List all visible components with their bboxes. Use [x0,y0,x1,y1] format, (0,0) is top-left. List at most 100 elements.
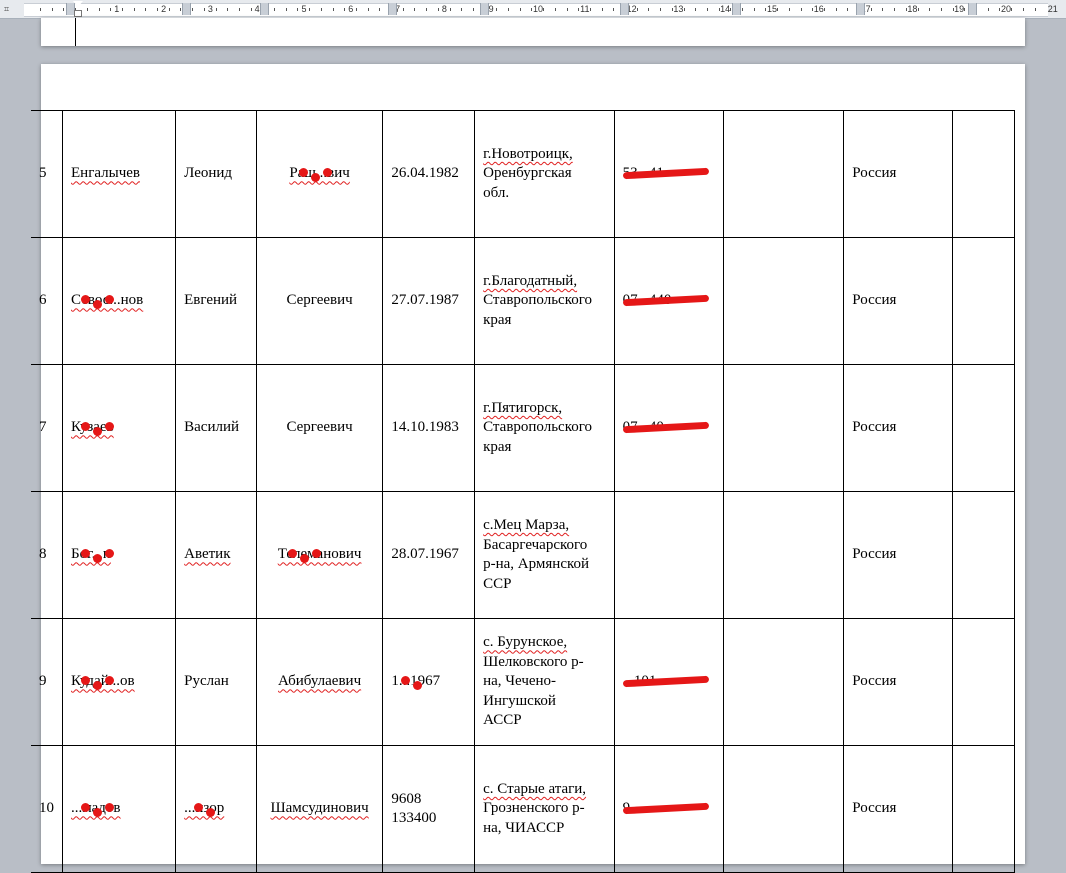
first-name: Василий [184,419,240,436]
passport-cell[interactable]: 53...41 [613,110,725,238]
trailing-cell[interactable] [951,491,1016,619]
ruler-tick [835,8,837,11]
trailing-cell[interactable] [951,110,1016,238]
ruler-number: 19 [954,4,965,14]
column-marker[interactable] [260,3,269,15]
trailing-cell[interactable] [951,237,1016,365]
table-row[interactable]: 7 Кузаев Василий Сергеевич 14.10.1983 г.Пятиг… [31,364,1016,492]
table-row[interactable]: 9 Кудай...ов Руслан Абибулаевич 1...1967 с. Б… [31,618,1016,746]
passport-cell[interactable]: 9... [613,745,725,873]
birth-date-cell[interactable]: 27.07.1987 [382,237,476,365]
table-row[interactable]: 10 ...мадов ...изор Шамсудинович 9608 133400… [31,745,1016,873]
empty-cell[interactable] [723,110,845,238]
ruler-tick [870,8,872,11]
patronymic-cell[interactable]: Телеманович [255,491,384,619]
table-row[interactable]: 8 Бог...н Аветик Телеманович 28.07.1967 с.Мец… [31,491,1016,619]
patronymic-cell[interactable]: Сергеевич [255,237,384,365]
birth-place-cell[interactable]: с. Бурунское, Шелковского р-на, Чечено- Ин… [474,618,615,746]
column-marker[interactable] [856,3,865,15]
ruler-tick [788,8,790,11]
first-name-cell[interactable]: Руслан [175,618,257,746]
surname-cell[interactable]: Кузаев [61,364,177,492]
passport-cell[interactable]: ...101 [613,618,725,746]
persons-table[interactable]: 5 Енгалычев Леонид Раш...вич 26.04.1982 г.Нов… [31,110,1016,873]
ruler-number: 10 [532,4,544,14]
patronymic-cell[interactable]: Сергеевич [255,364,384,492]
ruler-tick [367,8,369,11]
birth-place-line: обл. [483,184,510,201]
country-cell[interactable]: Россия [843,618,953,746]
passport-cell[interactable]: 07...40 [613,364,725,492]
trailing-cell[interactable] [951,364,1016,492]
empty-cell[interactable] [723,237,845,365]
ruler-tick [718,8,720,11]
column-marker[interactable] [182,3,191,15]
ruler-tick [309,8,311,11]
row-number-cell[interactable]: 9 [31,618,63,746]
birth-place-cell[interactable]: г.Благодатный, Ставропольского края [474,237,615,365]
trailing-cell[interactable] [951,745,1016,873]
empty-cell[interactable] [723,364,845,492]
surname-cell[interactable]: ...мадов [61,745,177,873]
document-page[interactable]: 5 Енгалычев Леонид Раш...вич 26.04.1982 г.Нов… [31,64,1025,873]
country-cell[interactable]: Россия [843,364,953,492]
birth-date-cell[interactable]: 9608 133400 [382,745,476,873]
birth-place-cell[interactable]: г.Новотроицк, Оренбургская обл. [474,110,615,238]
birth-date-cell[interactable]: 14.10.1983 [382,364,476,492]
column-marker[interactable] [968,3,977,15]
column-marker[interactable] [480,3,489,15]
birth-date-cell[interactable]: 1...1967 [382,618,476,746]
country-cell[interactable]: Россия [843,110,953,238]
horizontal-ruler[interactable]: ⌗ 1 2 3 4 5 6 7 8 9 10 11 12 13 14 15 16 17 18 19 20 21 [0,0,1066,19]
patronymic-cell[interactable]: Раш...вич [255,110,384,238]
country: Россия [852,800,897,817]
row-number-cell[interactable]: 5 [31,110,63,238]
birth-place-cell[interactable]: с. Старые атаги, Грозненского р-на, ЧИАСС… [474,745,615,873]
empty-cell[interactable] [723,745,845,873]
trailing-cell[interactable] [951,618,1016,746]
birth-place-line: г.Пятигорск, [483,399,563,416]
birth-date-cell[interactable]: 28.07.1967 [382,491,476,619]
country-cell[interactable]: Россия [843,491,953,619]
passport-cell[interactable]: 07...440 [613,237,725,365]
country-cell[interactable]: Россия [843,237,953,365]
redaction-mark [105,549,114,559]
first-name-cell[interactable]: Леонид [175,110,257,238]
passport-cell[interactable] [613,491,725,619]
first-line-indent-marker[interactable] [73,1,83,7]
column-marker[interactable] [388,3,397,15]
table-row[interactable]: 6 Севос...нов Евгений Сергеевич 27.07.1987 г.… [31,237,1016,365]
table-row[interactable]: 5 Енгалычев Леонид Раш...вич 26.04.1982 г.Нов… [31,110,1016,238]
country-cell[interactable]: Россия [843,745,953,873]
ruler-tab-selector-icon[interactable]: ⌗ [4,4,14,14]
row-number-cell[interactable]: 7 [31,364,63,492]
surname-cell[interactable]: Енгалычев [61,110,177,238]
surname-cell[interactable]: Кудай...ов [61,618,177,746]
surname-cell[interactable]: Бог...н [61,491,177,619]
surname: Кузаев [71,419,114,437]
birth-place-cell[interactable]: с.Мец Марза, Басаргечарского р-на, Армянск… [474,491,615,619]
birth-place-cell[interactable]: г.Пятигорск, Ставропольского края [474,364,615,492]
patronymic-cell[interactable]: Абибулаевич [255,618,384,746]
column-marker[interactable] [732,3,741,15]
ruler-tick [355,8,357,11]
first-name-cell[interactable]: Аветик [175,491,257,619]
birth-date-cell[interactable]: 26.04.1982 [382,110,476,238]
redaction-stroke [622,675,709,688]
first-name-cell[interactable]: Василий [175,364,257,492]
empty-cell[interactable] [723,618,845,746]
row-number-cell[interactable]: 10 [31,745,63,873]
left-indent-marker[interactable] [74,10,82,17]
first-name-cell[interactable]: ...изор [175,745,257,873]
passport-number: 07...440 [622,291,709,311]
row-number-cell[interactable]: 6 [31,237,63,365]
ruler-tick [999,8,1001,11]
passport-number: ...101 [622,672,709,692]
row-number-cell[interactable]: 8 [31,491,63,619]
column-marker[interactable] [620,3,629,15]
country: Россия [852,673,897,690]
first-name-cell[interactable]: Евгений [175,237,257,365]
empty-cell[interactable] [723,491,845,619]
patronymic-cell[interactable]: Шамсудинович [255,745,384,873]
surname-cell[interactable]: Севос...нов [61,237,177,365]
